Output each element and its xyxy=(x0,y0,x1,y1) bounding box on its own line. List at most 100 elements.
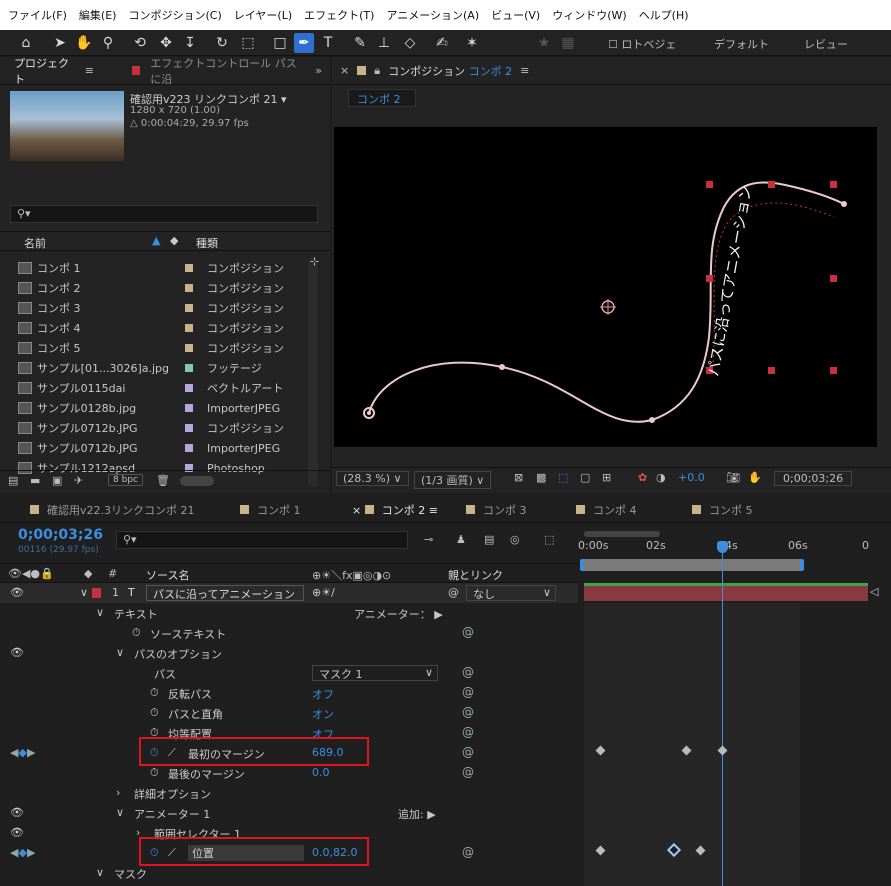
project-tab[interactable]: プロジェクト xyxy=(14,55,75,87)
zoom-tool-icon[interactable]: ⚲ xyxy=(98,33,118,53)
workspace-default[interactable]: デフォルト xyxy=(714,36,769,52)
mask-dropdown[interactable]: マスク 1 ∨ xyxy=(312,665,438,681)
playhead-handle[interactable] xyxy=(717,541,728,553)
project-search-input[interactable]: ⚲▾ xyxy=(10,205,318,223)
timeline-tab[interactable]: コンポ 3 xyxy=(466,502,527,518)
item-label-swatch[interactable] xyxy=(185,304,193,312)
project-item[interactable]: コンポ 5 コンポジション xyxy=(18,338,323,358)
timeline-tab[interactable]: コンポ 1 xyxy=(240,502,301,518)
track-z-tool-icon[interactable]: ↧ xyxy=(180,33,200,53)
property-row-source-text[interactable]: ⏱ ソーステキスト @ xyxy=(0,623,578,643)
hand-tool-icon[interactable]: ✋ xyxy=(74,33,94,53)
workspace-review[interactable]: レビュー xyxy=(804,36,848,52)
property-row-path-options[interactable]: 👁 ∨ パスのオプション xyxy=(0,643,578,663)
composition-tab[interactable]: コンポジション コンポ 2 xyxy=(388,63,512,79)
menu-window[interactable]: ウィンドウ(W) xyxy=(552,7,626,23)
column-name[interactable]: 名前 xyxy=(24,235,46,251)
property-row-mask[interactable]: ∨ マスク xyxy=(0,863,578,883)
project-item[interactable]: コンポ 1 コンポジション xyxy=(18,258,323,278)
menu-file[interactable]: ファイル(F) xyxy=(8,7,67,23)
parent-dropdown[interactable]: なし ∨ xyxy=(466,585,556,601)
comp-timecode[interactable]: 0;00;03;26 xyxy=(774,471,853,486)
item-label-swatch[interactable] xyxy=(185,324,193,332)
eye-icon[interactable]: 👁 xyxy=(10,826,24,839)
layer-label-color[interactable] xyxy=(92,588,101,598)
stopwatch-icon[interactable]: ⏱ xyxy=(150,686,159,700)
menu-layer[interactable]: レイヤー(L) xyxy=(234,7,292,23)
item-label-swatch[interactable] xyxy=(185,284,193,292)
project-item[interactable]: サンプル0115dai ベクトルアート xyxy=(18,378,323,398)
item-label-swatch[interactable] xyxy=(185,364,193,372)
expression-pickwhip-icon[interactable]: @ xyxy=(462,625,474,639)
layer-duration-bar[interactable] xyxy=(584,583,868,601)
timeline-tab[interactable]: × コンポ 2 ≡ xyxy=(352,502,438,518)
thumbnail-slider[interactable] xyxy=(180,476,214,486)
work-area-navigator[interactable] xyxy=(584,531,660,537)
layer-name[interactable]: パスに沿ってアニメーション xyxy=(146,585,304,601)
orbit-tool-icon[interactable]: ⟲ xyxy=(130,33,150,53)
menu-icon[interactable]: ≡ xyxy=(425,504,438,517)
frame-blending-icon[interactable]: ▤ xyxy=(484,533,494,546)
layer-switches[interactable]: ⊕☀/ xyxy=(312,586,335,599)
home-icon[interactable]: ⌂ xyxy=(16,33,36,53)
expression-pickwhip-icon[interactable]: @ xyxy=(462,845,474,859)
pen-tool-icon[interactable]: ✒ xyxy=(294,33,314,53)
property-row-text[interactable]: ∨ テキスト アニメーター： ▶ xyxy=(0,603,578,623)
menu-icon[interactable]: ≡ xyxy=(85,64,94,77)
exposure-value[interactable]: +0.0 xyxy=(678,471,705,484)
transparency-grid-icon[interactable]: ▩ xyxy=(536,471,546,484)
timeline-tab[interactable]: コンポ 5 xyxy=(692,502,753,518)
menu-help[interactable]: ヘルプ(H) xyxy=(639,7,689,23)
project-item[interactable]: サンプル0128b.jpg ImporterJPEG xyxy=(18,398,323,418)
property-row-animator1[interactable]: 👁 ∨ アニメーター 1 追加: ▶ xyxy=(0,803,578,823)
stopwatch-icon[interactable]: ⏱ xyxy=(150,766,159,780)
add-menu[interactable]: 追加: ▶ xyxy=(398,806,436,822)
trash-icon[interactable]: 🗑 xyxy=(156,474,170,487)
snap-icon[interactable]: ▦ xyxy=(558,33,578,53)
time-ruler[interactable]: 0:00s 02s 04s 06s 0 xyxy=(578,527,891,575)
project-item[interactable]: サンプル0712b.JPG コンポジション xyxy=(18,418,323,438)
type-tool-icon[interactable]: T xyxy=(318,33,338,53)
interpret-footage-icon[interactable]: ▤ xyxy=(8,474,18,487)
column-parent[interactable]: 親とリンク xyxy=(448,567,503,583)
expand-chevron-icon[interactable]: ∨ xyxy=(116,806,124,819)
property-row-last-margin[interactable]: ⏱ 最後のマージン 0.0 @ xyxy=(0,763,578,783)
property-row-path[interactable]: パス マスク 1 ∨ @ xyxy=(0,663,578,683)
label-tag-icon[interactable]: ◆ xyxy=(170,234,178,247)
composition-viewer[interactable]: パスに沿ってアニメーション xyxy=(334,127,877,447)
project-item[interactable]: コンポ 4 コンポジション xyxy=(18,318,323,338)
menu-icon[interactable]: ≡ xyxy=(520,64,529,77)
eye-icon[interactable]: 👁 xyxy=(10,646,24,659)
property-row-reverse[interactable]: ⏱ 反転パス オフ @ xyxy=(0,683,578,703)
roto-bezier-checkbox[interactable]: ☐ ロトベジェ xyxy=(608,36,676,52)
fast-preview-icon[interactable]: ⊠ xyxy=(514,471,523,484)
pickwhip-icon[interactable]: @ xyxy=(448,586,459,599)
clone-stamp-tool-icon[interactable]: ⊥ xyxy=(374,33,394,53)
panel-overflow-icon[interactable]: » xyxy=(315,64,322,77)
resolution-dropdown[interactable]: (1/3 画質) ∨ xyxy=(414,471,492,489)
eye-icon[interactable]: 👁 xyxy=(10,806,24,819)
puppet-tool-icon[interactable]: ✶ xyxy=(462,33,482,53)
snapshot-camera-icon[interactable]: 📷︎ xyxy=(726,471,740,484)
item-label-swatch[interactable] xyxy=(185,444,193,452)
eraser-tool-icon[interactable]: ◇ xyxy=(400,33,420,53)
selection-tool-icon[interactable]: ➤ xyxy=(50,33,70,53)
current-time-display[interactable]: 0;00;03;26 xyxy=(18,527,103,543)
render-queue-icon[interactable]: ✈ xyxy=(74,474,83,487)
menu-effect[interactable]: エフェクト(T) xyxy=(304,7,374,23)
keyframe-diamond-icon[interactable]: ◆ xyxy=(18,746,26,759)
timeline-search-input[interactable]: ⚲▾ xyxy=(116,531,408,549)
item-label-swatch[interactable] xyxy=(185,424,193,432)
lock-icon[interactable]: 🔒︎ xyxy=(374,64,380,78)
close-tab-icon[interactable]: × xyxy=(352,504,365,517)
rotate-tool-icon[interactable]: ↻ xyxy=(212,33,232,53)
expression-pickwhip-icon[interactable]: @ xyxy=(462,725,474,739)
brush-tool-icon[interactable]: ✎ xyxy=(350,33,370,53)
motion-blur-icon[interactable]: ◎ xyxy=(510,533,520,546)
keyframe-navigator[interactable]: ◀◆▶ xyxy=(10,746,35,759)
sort-arrow-icon[interactable]: ▲ xyxy=(152,234,160,247)
mask-visibility-icon[interactable]: ⬚ xyxy=(558,471,568,484)
effect-controls-tab[interactable]: エフェクトコントロール パスに沿 xyxy=(150,55,305,87)
eye-icon[interactable]: 👁 xyxy=(10,586,24,599)
region-of-interest-icon[interactable]: ▢ xyxy=(580,471,590,484)
